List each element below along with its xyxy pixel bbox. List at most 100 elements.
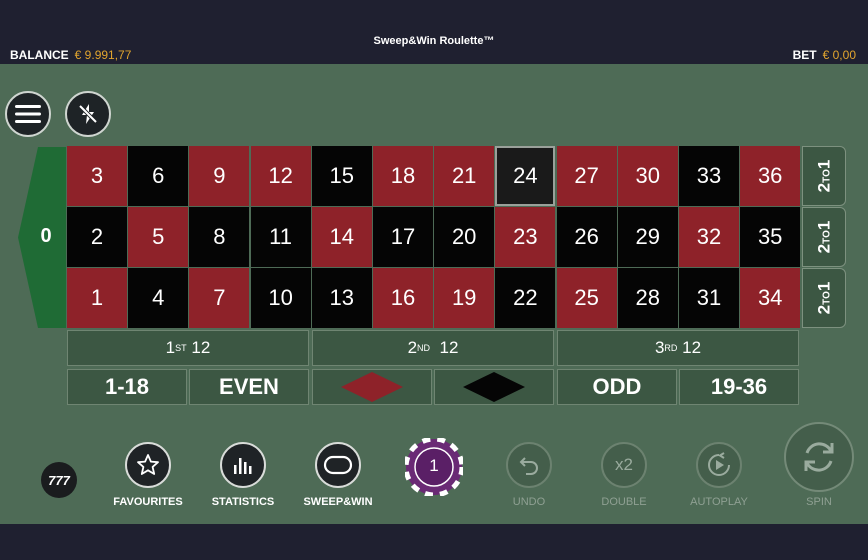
menu-button[interactable]	[5, 91, 51, 137]
number-bet-7[interactable]: 7	[189, 268, 250, 328]
number-label: 20	[451, 224, 477, 249]
number-bet-16[interactable]: 16	[373, 268, 433, 328]
number-bet-33[interactable]: 33	[679, 146, 739, 206]
number-label: 4	[152, 285, 165, 310]
number-label: 5	[152, 224, 165, 249]
number-bet-4[interactable]: 4	[128, 268, 189, 328]
number-bet-25[interactable]: 25	[556, 268, 617, 328]
number-bet-3[interactable]: 3	[67, 146, 127, 206]
zero-bet-spot[interactable]: 0	[18, 147, 66, 328]
column-bet-bottom[interactable]: 2TO1	[802, 268, 846, 328]
number-bet-32[interactable]: 32	[679, 207, 739, 267]
number-label: 28	[635, 285, 661, 310]
number-bet-22[interactable]: 22	[495, 268, 556, 328]
red-bet[interactable]	[312, 369, 432, 405]
bet-value: € 0,00	[822, 48, 856, 62]
dozen-second-bet[interactable]: 2 ND 12	[312, 330, 554, 366]
number-label: 30	[635, 163, 661, 188]
number-label: 34	[757, 285, 783, 310]
number-label: 21	[451, 163, 477, 188]
number-label: 17	[390, 224, 416, 249]
black-diamond-icon	[463, 372, 525, 402]
number-bet-14[interactable]: 14	[311, 207, 372, 267]
number-label: 27	[574, 163, 599, 188]
low-bet-1-18[interactable]: 1-18	[67, 369, 187, 405]
number-label: 3	[90, 163, 104, 188]
number-label: 15	[329, 163, 355, 188]
number-bet-9[interactable]: 9	[189, 146, 250, 206]
number-bet-18[interactable]: 18	[373, 146, 433, 206]
spin-refresh-icon	[804, 442, 834, 472]
number-bet-5[interactable]: 5	[128, 207, 189, 267]
number-label: 29	[635, 224, 661, 249]
undo-label: UNDO	[512, 496, 546, 508]
undo-button[interactable]: UNDO	[484, 442, 574, 508]
double-button[interactable]: x2 DOUBLE	[579, 442, 669, 508]
number-bet-24[interactable]: 24	[495, 146, 556, 206]
odd-bet[interactable]: ODD	[557, 369, 677, 405]
number-bet-12[interactable]: 12	[250, 146, 311, 206]
number-label: 26	[574, 224, 599, 249]
number-label: 32	[696, 224, 722, 249]
number-bet-1[interactable]: 1	[67, 268, 127, 328]
number-label: 33	[696, 163, 722, 188]
double-icon: x2	[615, 455, 633, 474]
number-bet-21[interactable]: 21	[434, 146, 495, 206]
high-bet-19-36[interactable]: 19-36	[679, 369, 799, 405]
spin-label: SPIN	[806, 496, 832, 508]
column-bet-label: 2TO1	[814, 220, 833, 254]
lightning-off-icon	[78, 104, 98, 124]
number-bet-2[interactable]: 2	[67, 207, 127, 267]
number-bet-35[interactable]: 35	[740, 207, 801, 267]
number-label: 18	[390, 163, 416, 188]
top-bar: Sweep&Win Roulette™ BALANCE € 9.991,77 BE…	[0, 0, 868, 64]
number-bet-29[interactable]: 29	[617, 207, 678, 267]
red-diamond-icon	[341, 372, 403, 402]
number-bet-26[interactable]: 26	[556, 207, 617, 267]
number-label: 11	[269, 224, 293, 249]
number-label: 14	[329, 224, 355, 249]
column-bet-top[interactable]: 2TO1	[802, 146, 846, 206]
brand-logo: 777	[41, 462, 77, 498]
number-bet-27[interactable]: 27	[556, 146, 617, 206]
number-bet-6[interactable]: 6	[128, 146, 189, 206]
number-label: 7	[213, 285, 226, 310]
number-label: 6	[152, 163, 165, 188]
number-label: 13	[329, 285, 355, 310]
racetrack-icon	[323, 455, 353, 475]
even-bet[interactable]: EVEN	[189, 369, 309, 405]
number-bet-36[interactable]: 36	[740, 146, 801, 206]
chip-selector[interactable]: 1	[403, 436, 465, 498]
number-bet-8[interactable]: 8	[189, 207, 250, 267]
number-bet-23[interactable]: 23	[495, 207, 556, 267]
favourites-button[interactable]: FAVOURITES	[103, 442, 193, 508]
number-label: 2	[90, 224, 104, 249]
number-bet-31[interactable]: 31	[679, 268, 739, 328]
number-bet-17[interactable]: 17	[373, 207, 433, 267]
number-bet-11[interactable]: 11	[250, 207, 311, 267]
number-label: 8	[213, 224, 226, 249]
number-label: 1	[90, 285, 104, 310]
statistics-button[interactable]: STATISTICS	[198, 442, 288, 508]
number-bet-20[interactable]: 20	[434, 207, 495, 267]
column-bet-label: 2TO1	[814, 281, 833, 315]
number-bet-15[interactable]: 15	[311, 146, 372, 206]
balance-display: BALANCE € 9.991,77	[10, 48, 131, 62]
number-bet-10[interactable]: 10	[250, 268, 311, 328]
number-bet-34[interactable]: 34	[740, 268, 801, 328]
dozen-third-bet[interactable]: 3 RD 12	[557, 330, 799, 366]
black-bet[interactable]	[434, 369, 554, 405]
turbo-toggle-button[interactable]	[65, 91, 111, 137]
number-label: 16	[390, 285, 416, 310]
balance-value: € 9.991,77	[74, 48, 132, 62]
sweepwin-button[interactable]: SWEEP&WIN	[293, 442, 383, 508]
number-bet-28[interactable]: 28	[617, 268, 678, 328]
spin-button[interactable]	[784, 422, 854, 492]
number-bet-13[interactable]: 13	[311, 268, 372, 328]
column-bet-middle[interactable]: 2TO1	[802, 207, 846, 267]
number-bet-19[interactable]: 19	[434, 268, 495, 328]
dozen-first-bet[interactable]: 1 ST 12	[67, 330, 309, 366]
number-label: 22	[513, 285, 538, 310]
autoplay-button[interactable]: AUTOPLAY	[674, 442, 764, 508]
number-bet-30[interactable]: 30	[617, 146, 678, 206]
